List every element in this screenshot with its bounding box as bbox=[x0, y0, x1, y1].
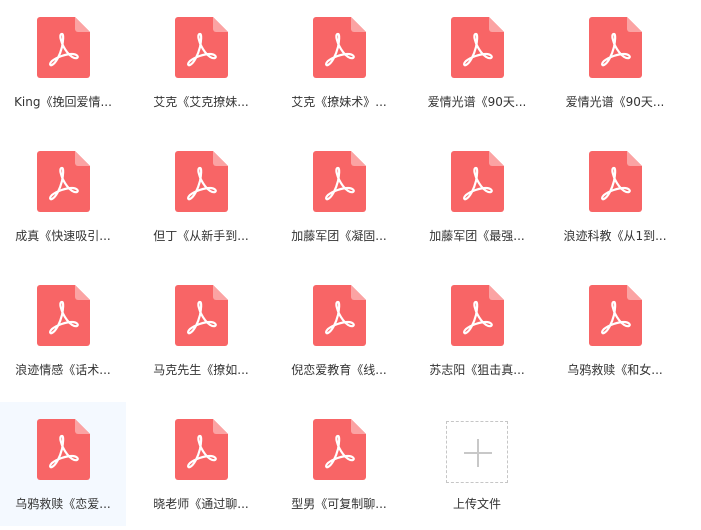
file-tile[interactable]: 型男《可复制聊... bbox=[276, 402, 402, 526]
file-tile[interactable]: 成真《快速吸引... bbox=[0, 134, 126, 258]
pdf-file-icon bbox=[37, 151, 90, 212]
file-tile[interactable]: 马克先生《撩如... bbox=[138, 268, 264, 392]
plus-icon bbox=[464, 439, 492, 467]
file-tile[interactable]: 但丁《从新手到... bbox=[138, 134, 264, 258]
file-name: 倪恋爱教育《线... bbox=[291, 363, 387, 377]
file-tile[interactable]: 浪迹情感《话术... bbox=[0, 268, 126, 392]
pdf-file-icon bbox=[589, 17, 642, 78]
file-name: 马克先生《撩如... bbox=[153, 363, 249, 377]
pdf-file-icon bbox=[589, 151, 642, 212]
pdf-file-icon bbox=[451, 17, 504, 78]
file-tile-selected[interactable]: 乌鸦救赎《恋爱... bbox=[0, 402, 126, 526]
file-tile[interactable]: 爱情光谱《90天... bbox=[552, 0, 678, 124]
pdf-file-icon bbox=[451, 285, 504, 346]
file-tile[interactable]: King《挽回爱情... bbox=[0, 0, 126, 124]
pdf-file-icon bbox=[175, 17, 228, 78]
file-tile[interactable]: 晓老师《通过聊... bbox=[138, 402, 264, 526]
file-name: 乌鸦救赎《和女... bbox=[567, 363, 663, 377]
pdf-file-icon bbox=[37, 17, 90, 78]
file-tile[interactable]: 倪恋爱教育《线... bbox=[276, 268, 402, 392]
pdf-file-icon bbox=[313, 17, 366, 78]
file-name: 加藤军团《凝固... bbox=[291, 229, 387, 243]
upload-label: 上传文件 bbox=[452, 497, 501, 511]
file-name: 型男《可复制聊... bbox=[291, 497, 387, 511]
file-name: 爱情光谱《90天... bbox=[427, 95, 527, 109]
file-tile[interactable]: 加藤军团《最强... bbox=[414, 134, 540, 258]
upload-button[interactable] bbox=[446, 421, 508, 483]
file-name: 浪迹情感《话术... bbox=[15, 363, 111, 377]
pdf-file-icon bbox=[313, 285, 366, 346]
file-tile[interactable]: 艾克《艾克撩妹... bbox=[138, 0, 264, 124]
file-name: 爱情光谱《90天... bbox=[565, 95, 665, 109]
pdf-file-icon bbox=[37, 419, 90, 480]
upload-tile[interactable]: 上传文件 bbox=[414, 402, 540, 526]
file-tile[interactable]: 浪迹科教《从1到... bbox=[552, 134, 678, 258]
file-tile[interactable]: 加藤军团《凝固... bbox=[276, 134, 402, 258]
file-name: 艾克《艾克撩妹... bbox=[153, 95, 249, 109]
file-name: 乌鸦救赎《恋爱... bbox=[15, 497, 111, 511]
file-tile[interactable]: 爱情光谱《90天... bbox=[414, 0, 540, 124]
file-tile[interactable]: 苏志阳《狙击真... bbox=[414, 268, 540, 392]
file-name: 成真《快速吸引... bbox=[15, 229, 111, 243]
file-name: 苏志阳《狙击真... bbox=[429, 363, 525, 377]
pdf-file-icon bbox=[175, 419, 228, 480]
file-name: 晓老师《通过聊... bbox=[153, 497, 249, 511]
pdf-file-icon bbox=[589, 285, 642, 346]
file-name: 加藤军团《最强... bbox=[429, 229, 525, 243]
pdf-file-icon bbox=[313, 151, 366, 212]
pdf-file-icon bbox=[175, 285, 228, 346]
file-name: King《挽回爱情... bbox=[14, 95, 112, 109]
pdf-file-icon bbox=[451, 151, 504, 212]
file-tile[interactable]: 艾克《撩妹术》... bbox=[276, 0, 402, 124]
file-grid: King《挽回爱情... 艾克《艾克撩妹... 艾克《撩妹术》... 爱情光谱《… bbox=[0, 0, 701, 530]
file-name: 浪迹科教《从1到... bbox=[563, 229, 667, 243]
file-name: 但丁《从新手到... bbox=[153, 229, 249, 243]
pdf-file-icon bbox=[37, 285, 90, 346]
file-tile[interactable]: 乌鸦救赎《和女... bbox=[552, 268, 678, 392]
pdf-file-icon bbox=[313, 419, 366, 480]
file-name: 艾克《撩妹术》... bbox=[291, 95, 387, 109]
pdf-file-icon bbox=[175, 151, 228, 212]
